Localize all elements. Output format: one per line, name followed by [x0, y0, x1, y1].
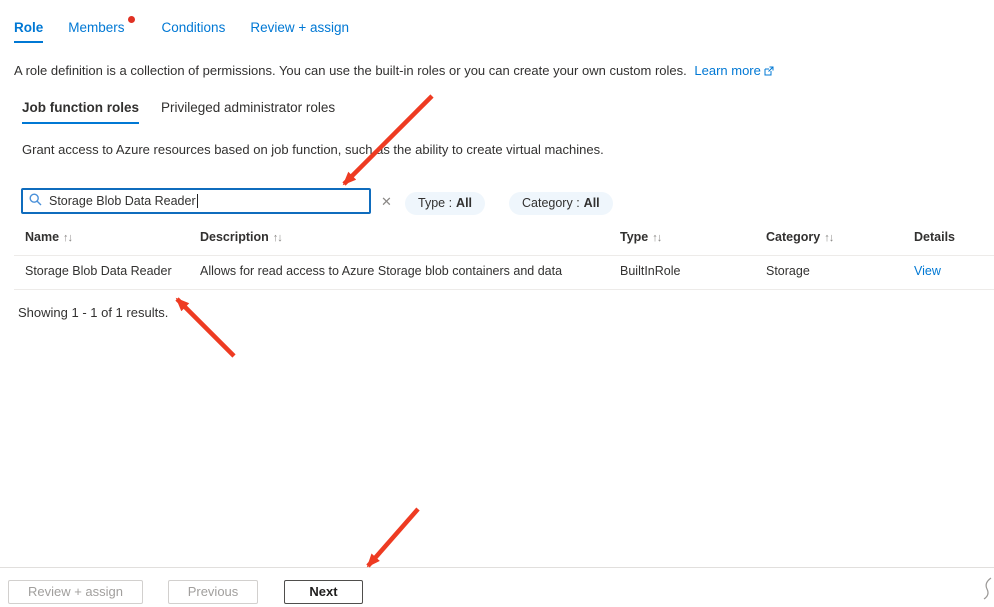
filter-type[interactable]: Type : All	[405, 192, 485, 215]
arrow-to-role-row	[177, 299, 234, 356]
annotation-arrows	[0, 0, 994, 607]
column-header-type[interactable]: Type↑↓	[620, 230, 661, 244]
clear-search-icon[interactable]: ✕	[381, 194, 392, 210]
next-button[interactable]: Next	[284, 580, 363, 604]
role-type-cell: BuiltInRole	[620, 264, 680, 278]
unsaved-changes-dot	[128, 16, 135, 23]
sort-icon: ↑↓	[652, 232, 661, 244]
grant-access-subtitle: Grant access to Azure resources based on…	[22, 142, 604, 157]
sort-icon: ↑↓	[824, 232, 833, 244]
role-definition-description: A role definition is a collection of per…	[14, 63, 774, 79]
column-header-name[interactable]: Name↑↓	[25, 230, 72, 244]
search-icon	[29, 193, 42, 209]
column-header-category[interactable]: Category↑↓	[766, 230, 833, 244]
tab-members[interactable]: Members	[68, 20, 124, 43]
previous-button[interactable]: Previous	[168, 580, 258, 604]
pivot-job-function-roles[interactable]: Job function roles	[22, 100, 139, 124]
sort-icon: ↑↓	[63, 232, 72, 244]
table-divider	[14, 255, 994, 256]
roles-table-header: Name↑↓ Description↑↓ Type↑↓ Category↑↓ D…	[0, 230, 994, 248]
sort-icon: ↑↓	[273, 232, 282, 244]
learn-more-link[interactable]: Learn more	[694, 63, 760, 78]
intro-text: A role definition is a collection of per…	[14, 63, 687, 78]
arrow-to-next-button	[368, 509, 418, 566]
external-link-icon	[764, 64, 774, 79]
footer-divider	[0, 567, 994, 568]
filter-category-label: Category :	[522, 196, 580, 210]
tab-role[interactable]: Role	[14, 20, 43, 43]
view-details-link[interactable]: View	[914, 264, 941, 278]
tab-members-label: Members	[68, 20, 124, 35]
roles-pivot: Job function roles Privileged administra…	[22, 100, 335, 124]
search-input-value: Storage Blob Data Reader	[49, 194, 196, 208]
column-header-details: Details	[914, 230, 955, 244]
filter-type-label: Type :	[418, 196, 452, 210]
filter-category[interactable]: Category : All	[509, 192, 613, 215]
review-assign-button[interactable]: Review + assign	[8, 580, 143, 604]
tab-review-assign[interactable]: Review + assign	[250, 20, 349, 43]
text-cursor	[197, 194, 198, 208]
table-row[interactable]: Storage Blob Data Reader Allows for read…	[0, 264, 994, 282]
results-summary: Showing 1 - 1 of 1 results.	[18, 305, 168, 320]
cursor-artifact	[984, 578, 991, 599]
pivot-privileged-admin-roles[interactable]: Privileged administrator roles	[161, 100, 335, 124]
role-description-cell: Allows for read access to Azure Storage …	[200, 264, 562, 278]
arrow-to-search-box	[344, 96, 432, 184]
column-header-description[interactable]: Description↑↓	[200, 230, 282, 244]
search-input[interactable]: Storage Blob Data Reader	[21, 188, 371, 214]
filter-category-value: All	[584, 196, 600, 210]
table-divider	[14, 289, 994, 290]
tab-conditions[interactable]: Conditions	[162, 20, 226, 43]
role-name-cell[interactable]: Storage Blob Data Reader	[25, 264, 172, 278]
filter-type-value: All	[456, 196, 472, 210]
wizard-tabs: Role Members Conditions Review + assign	[14, 20, 349, 43]
role-category-cell: Storage	[766, 264, 810, 278]
